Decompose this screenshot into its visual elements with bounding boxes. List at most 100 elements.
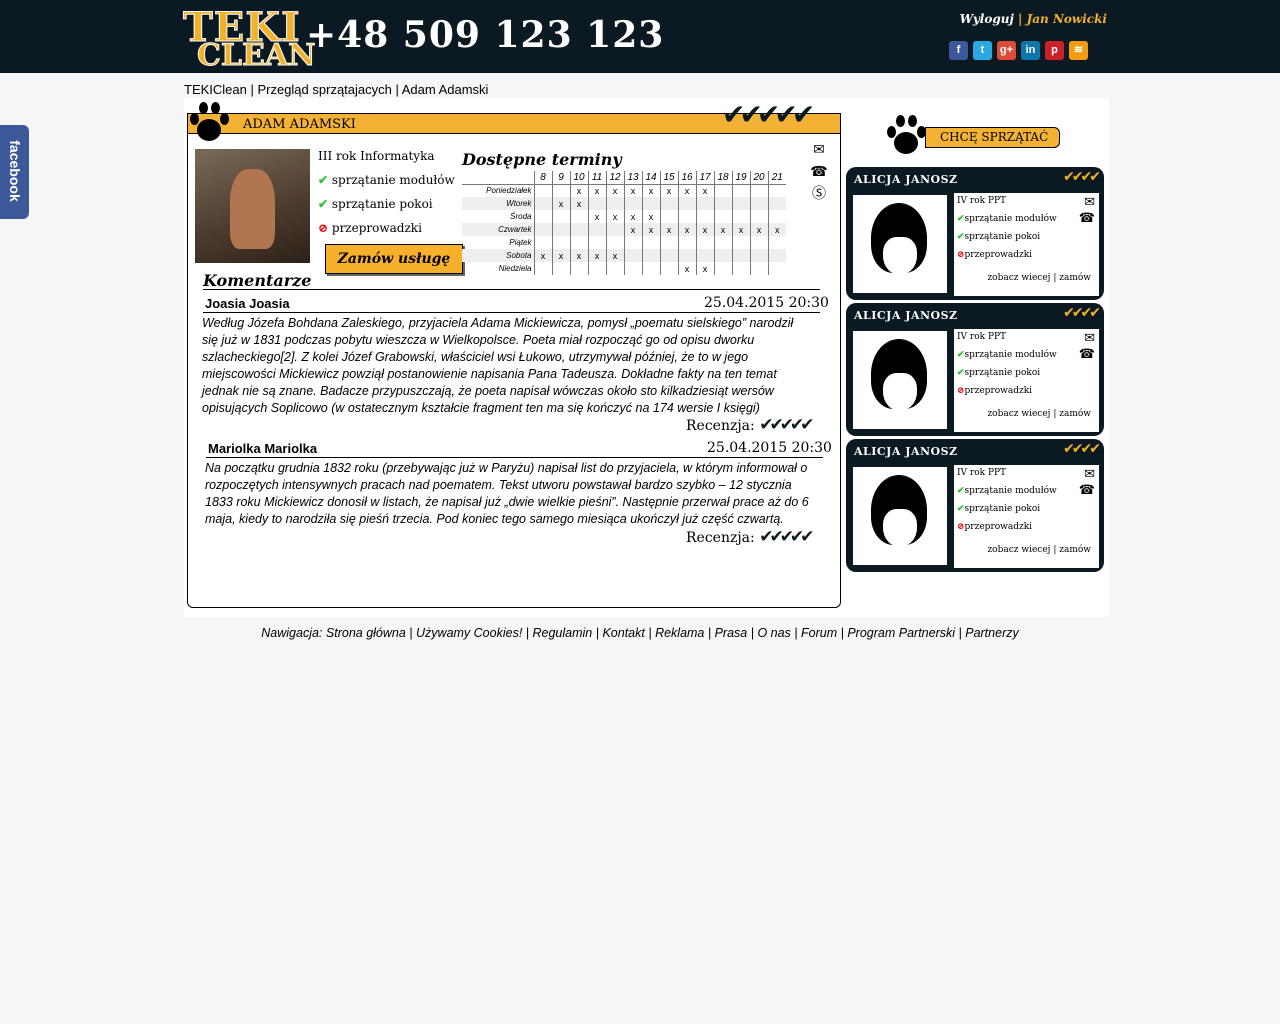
schedule-slot: x [659,223,678,236]
phone-icon[interactable]: ☎ [1079,211,1095,226]
check-icon: ✔ [957,368,965,378]
breadcrumb[interactable]: TEKIClean | Przegląd sprzątajacych | Ada… [184,82,488,97]
schedule-table: 8 9 10 11 12 13 14 15 16 17 18 19 20 21 Poniedziałek x… [462,171,786,275]
footer-link[interactable]: Reklama [655,626,704,640]
schedule-slot [659,210,678,223]
footer-link[interactable]: Strona główna [326,626,406,640]
schedule-slot [605,236,624,249]
see-more-link[interactable]: zobacz wiecej [987,545,1050,555]
schedule-slot: x [623,210,642,223]
phone-icon[interactable]: ☎ [1079,347,1095,362]
avatar [853,467,947,565]
schedule-slot: x [587,210,606,223]
order-service-button[interactable]: Zamów usługę [325,244,463,274]
see-more-link[interactable]: zobacz wiecej [987,409,1050,419]
schedule-slot [749,249,768,262]
skype-icon[interactable]: Ⓢ [809,186,829,202]
schedule-slot: x [677,262,696,275]
mail-icon[interactable]: ✉ [1084,467,1095,482]
schedule-slot [713,184,732,197]
order-link[interactable]: zamów [1059,545,1091,555]
schedule-row: Niedziela x x [462,262,786,275]
schedule-slot [533,262,552,275]
schedule-slot [677,249,696,262]
schedule-slot [731,262,750,275]
see-more-link[interactable]: zobacz wiecej [987,273,1050,283]
schedule-slot [731,236,750,249]
comment-text: Na początku grudnia 1832 roku (przebywaj… [205,461,809,526]
footer-link[interactable]: O nas [757,626,790,640]
schedule-day: Poniedziałek [486,186,532,196]
schedule-hour: 14 [641,171,660,185]
schedule-day: Środa [510,212,532,221]
schedule-row: Czwartek x x x x x x x x x [462,223,786,236]
schedule-hour: 19 [731,171,750,185]
review-checks: ✔✔✔✔✔ [759,415,814,435]
footer-link[interactable]: Używamy Cookies! [416,626,522,640]
schedule-row: Piątek [462,236,786,249]
check-icon: ✔ [957,486,965,496]
comment-review: Recenzja: ✔✔✔✔✔ [686,527,814,547]
schedule-slot [587,236,606,249]
footer-link[interactable]: Program Partnerski [847,626,955,640]
google-plus-icon[interactable]: g+ [997,41,1016,60]
paw-icon [883,112,927,156]
phone-icon[interactable]: ☎ [1079,483,1095,498]
facebook-side-tab[interactable]: facebook [0,125,29,219]
schedule-slot [659,249,678,262]
facebook-icon[interactable]: f [949,41,968,60]
rss-icon[interactable]: ≋ [1069,41,1088,60]
order-link[interactable]: zamów [1059,273,1091,283]
schedule-slot: x [623,184,642,197]
cleaner-info: IV rok PPT ✔sprzątanie modułów ✔sprzątan… [954,329,1099,432]
schedule-slot [749,262,768,275]
cleaner-card[interactable]: ALICJA JANOSZ ✔✔✔✔ IV rok PPT ✔sprzątani… [846,439,1104,572]
schedule-hour: 20 [749,171,768,185]
cleaner-info: IV rok PPT ✔sprzątanie modułów ✔sprzątan… [954,465,1099,568]
phone-icon[interactable]: ☎ [809,164,829,180]
footer-link[interactable]: Forum [801,626,837,640]
schedule-slot [551,236,570,249]
cleaner-card[interactable]: ALICJA JANOSZ ✔✔✔✔ IV rok PPT ✔sprzątani… [846,167,1104,300]
schedule-slot [551,262,570,275]
cleaner-card[interactable]: ALICJA JANOSZ ✔✔✔✔ IV rok PPT ✔sprzątani… [846,303,1104,436]
footer-link[interactable]: Kontakt [602,626,644,640]
schedule-day: Niedziela [498,264,532,273]
linkedin-icon[interactable]: in [1021,41,1040,60]
service-item: ✔ sprzątanie pokoi [318,197,433,211]
schedule-slot [641,249,660,262]
twitter-icon[interactable]: t [973,41,992,60]
schedule-slot [731,184,750,197]
schedule-hour: 13 [623,171,642,185]
schedule-slot [641,197,660,210]
schedule-slot [569,236,588,249]
schedule-slot: x [695,262,714,275]
footer-link[interactable]: Prasa [715,626,748,640]
mail-icon[interactable]: ✉ [1084,195,1095,210]
schedule-hour: 11 [587,171,606,185]
schedule-slot [767,210,786,223]
footer-link[interactable]: Regulamin [533,626,593,640]
check-icon: ✔ [957,214,965,224]
prohibited-icon: ⊘ [957,522,965,532]
want-to-clean-button[interactable]: CHCĘ SPRZĄTAĆ [925,127,1060,148]
schedule-hour: 16 [677,171,696,185]
mail-icon[interactable]: ✉ [809,142,829,158]
paw-icon [186,99,230,143]
footer-nav: Nawigacja: Strona główna | Używamy Cooki… [261,626,1019,640]
schedule-day: Czwartek [462,223,534,236]
logout-link[interactable]: Wyloguj [960,12,1014,26]
schedule-slot [605,262,624,275]
mail-icon[interactable]: ✉ [1084,331,1095,346]
schedule-slot [713,197,732,210]
check-icon: ✔ [318,173,329,187]
schedule-slot [569,210,588,223]
order-link[interactable]: zamów [1059,409,1091,419]
avatar [853,331,947,429]
logo[interactable]: TEKI CLEAN [175,4,317,74]
schedule-slot [731,197,750,210]
user-name-link[interactable]: Jan Nowicki [1027,12,1107,26]
schedule-row: Sobota x x x x x [462,249,786,262]
footer-link[interactable]: Partnerzy [965,626,1019,640]
pinterest-icon[interactable]: p [1045,41,1064,60]
